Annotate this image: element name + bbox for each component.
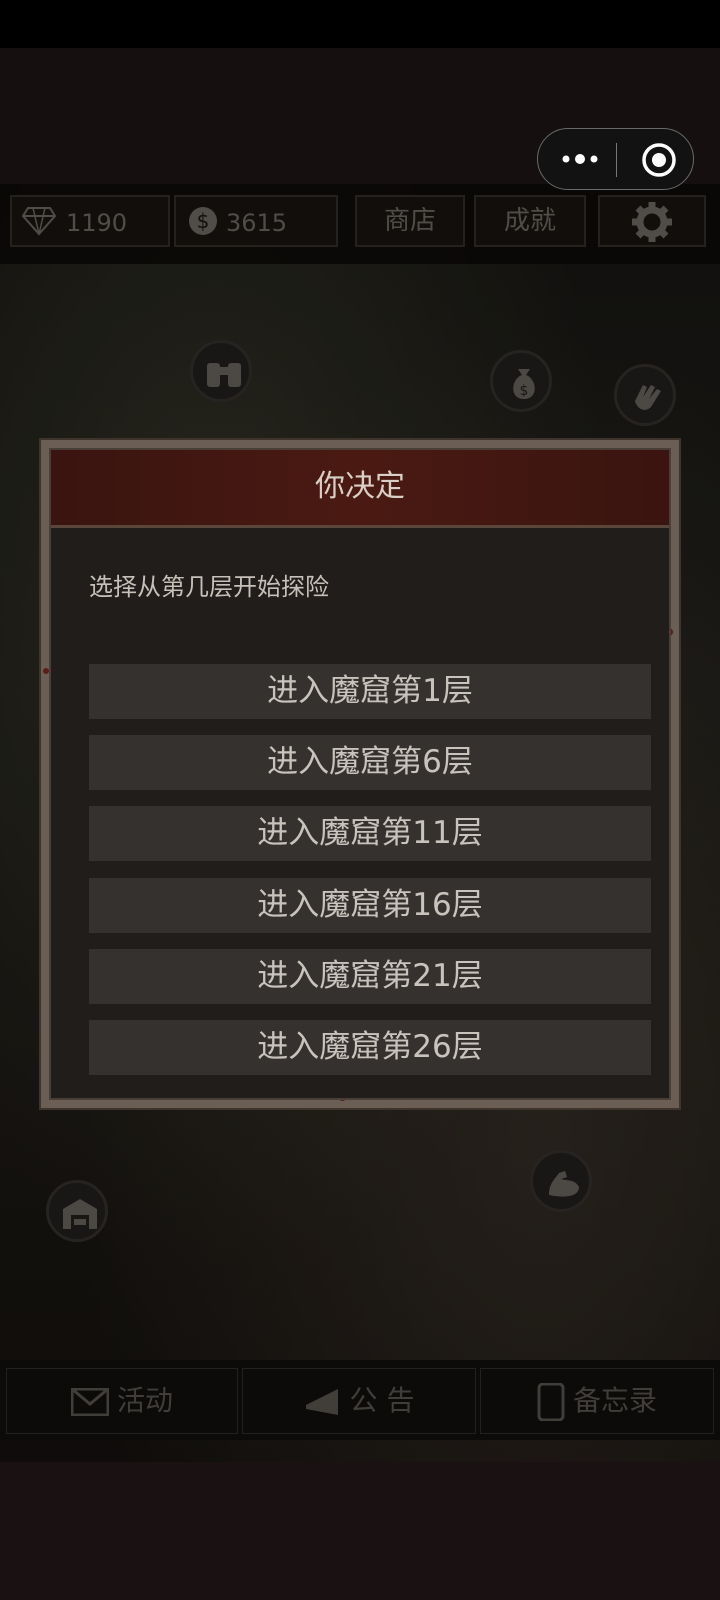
status-bar	[0, 0, 720, 48]
dialog-description: 选择从第几层开始探险	[89, 573, 329, 601]
floor-11-button[interactable]: 进入魔窟第11层	[89, 806, 651, 861]
floor-6-button[interactable]: 进入魔窟第6层	[89, 735, 651, 790]
dialog-body: 你决定 选择从第几层开始探险 进入魔窟第1层 进入魔窟第6层 进入魔窟第11层 …	[49, 448, 671, 1100]
capsule-divider	[616, 143, 617, 177]
close-icon[interactable]	[640, 141, 678, 179]
more-icon[interactable]	[560, 148, 600, 170]
mini-program-capsule	[537, 128, 694, 190]
floor-26-button[interactable]: 进入魔窟第26层	[89, 1020, 651, 1075]
floor-21-button[interactable]: 进入魔窟第21层	[89, 949, 651, 1004]
floor-16-button[interactable]: 进入魔窟第16层	[89, 878, 651, 933]
floor-select-dialog: 你决定 选择从第几层开始探险 进入魔窟第1层 进入魔窟第6层 进入魔窟第11层 …	[39, 438, 681, 1110]
floor-1-button[interactable]: 进入魔窟第1层	[89, 664, 651, 719]
dialog-title: 你决定	[51, 450, 669, 528]
